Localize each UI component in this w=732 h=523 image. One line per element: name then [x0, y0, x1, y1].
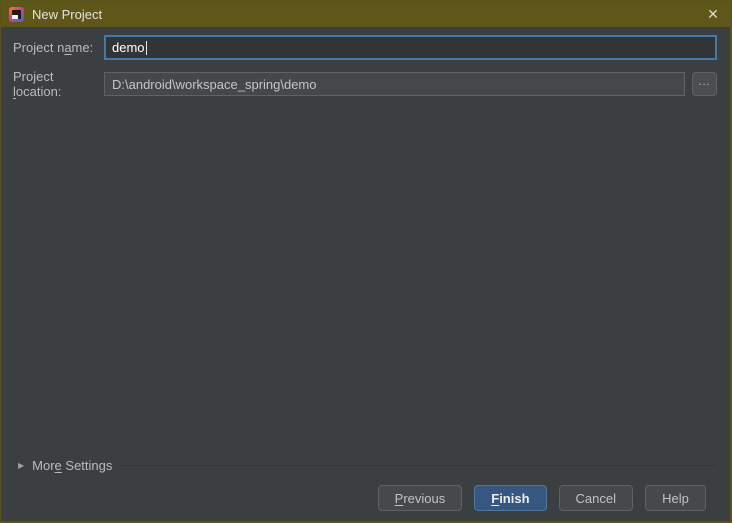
project-location-row: Project location: ...	[13, 69, 717, 99]
project-name-row: Project name: demo	[13, 35, 717, 60]
separator-line	[120, 465, 717, 466]
project-name-value: demo	[112, 40, 145, 55]
close-button[interactable]: ✕	[696, 1, 730, 27]
text-caret	[145, 40, 147, 55]
button-bar: Previous Finish Cancel Help	[13, 475, 717, 511]
more-settings-label: More Settings	[32, 458, 113, 473]
more-settings-toggle[interactable]: ▶ More Settings	[13, 458, 717, 473]
previous-button[interactable]: Previous	[377, 485, 463, 511]
project-name-input[interactable]: demo	[104, 35, 717, 60]
browse-button[interactable]: ...	[692, 72, 717, 96]
empty-panel	[13, 99, 717, 458]
intellij-idea-icon	[9, 6, 24, 22]
dialog-content: Project name: demo Project location: ...…	[1, 27, 730, 521]
cancel-button[interactable]: Cancel	[558, 485, 633, 511]
new-project-dialog: New Project ✕ Project name: demo Project…	[0, 0, 732, 523]
window-title: New Project	[32, 6, 103, 22]
ellipsis-icon: ...	[698, 75, 711, 88]
finish-button[interactable]: Finish	[474, 485, 547, 511]
titlebar[interactable]: New Project ✕	[1, 1, 730, 27]
help-button[interactable]: Help	[645, 485, 706, 511]
project-location-input[interactable]	[104, 72, 685, 96]
close-icon: ✕	[707, 5, 719, 22]
chevron-right-icon: ▶	[18, 461, 25, 470]
project-name-label: Project name:	[13, 40, 94, 55]
project-location-label: Project location:	[13, 69, 62, 99]
